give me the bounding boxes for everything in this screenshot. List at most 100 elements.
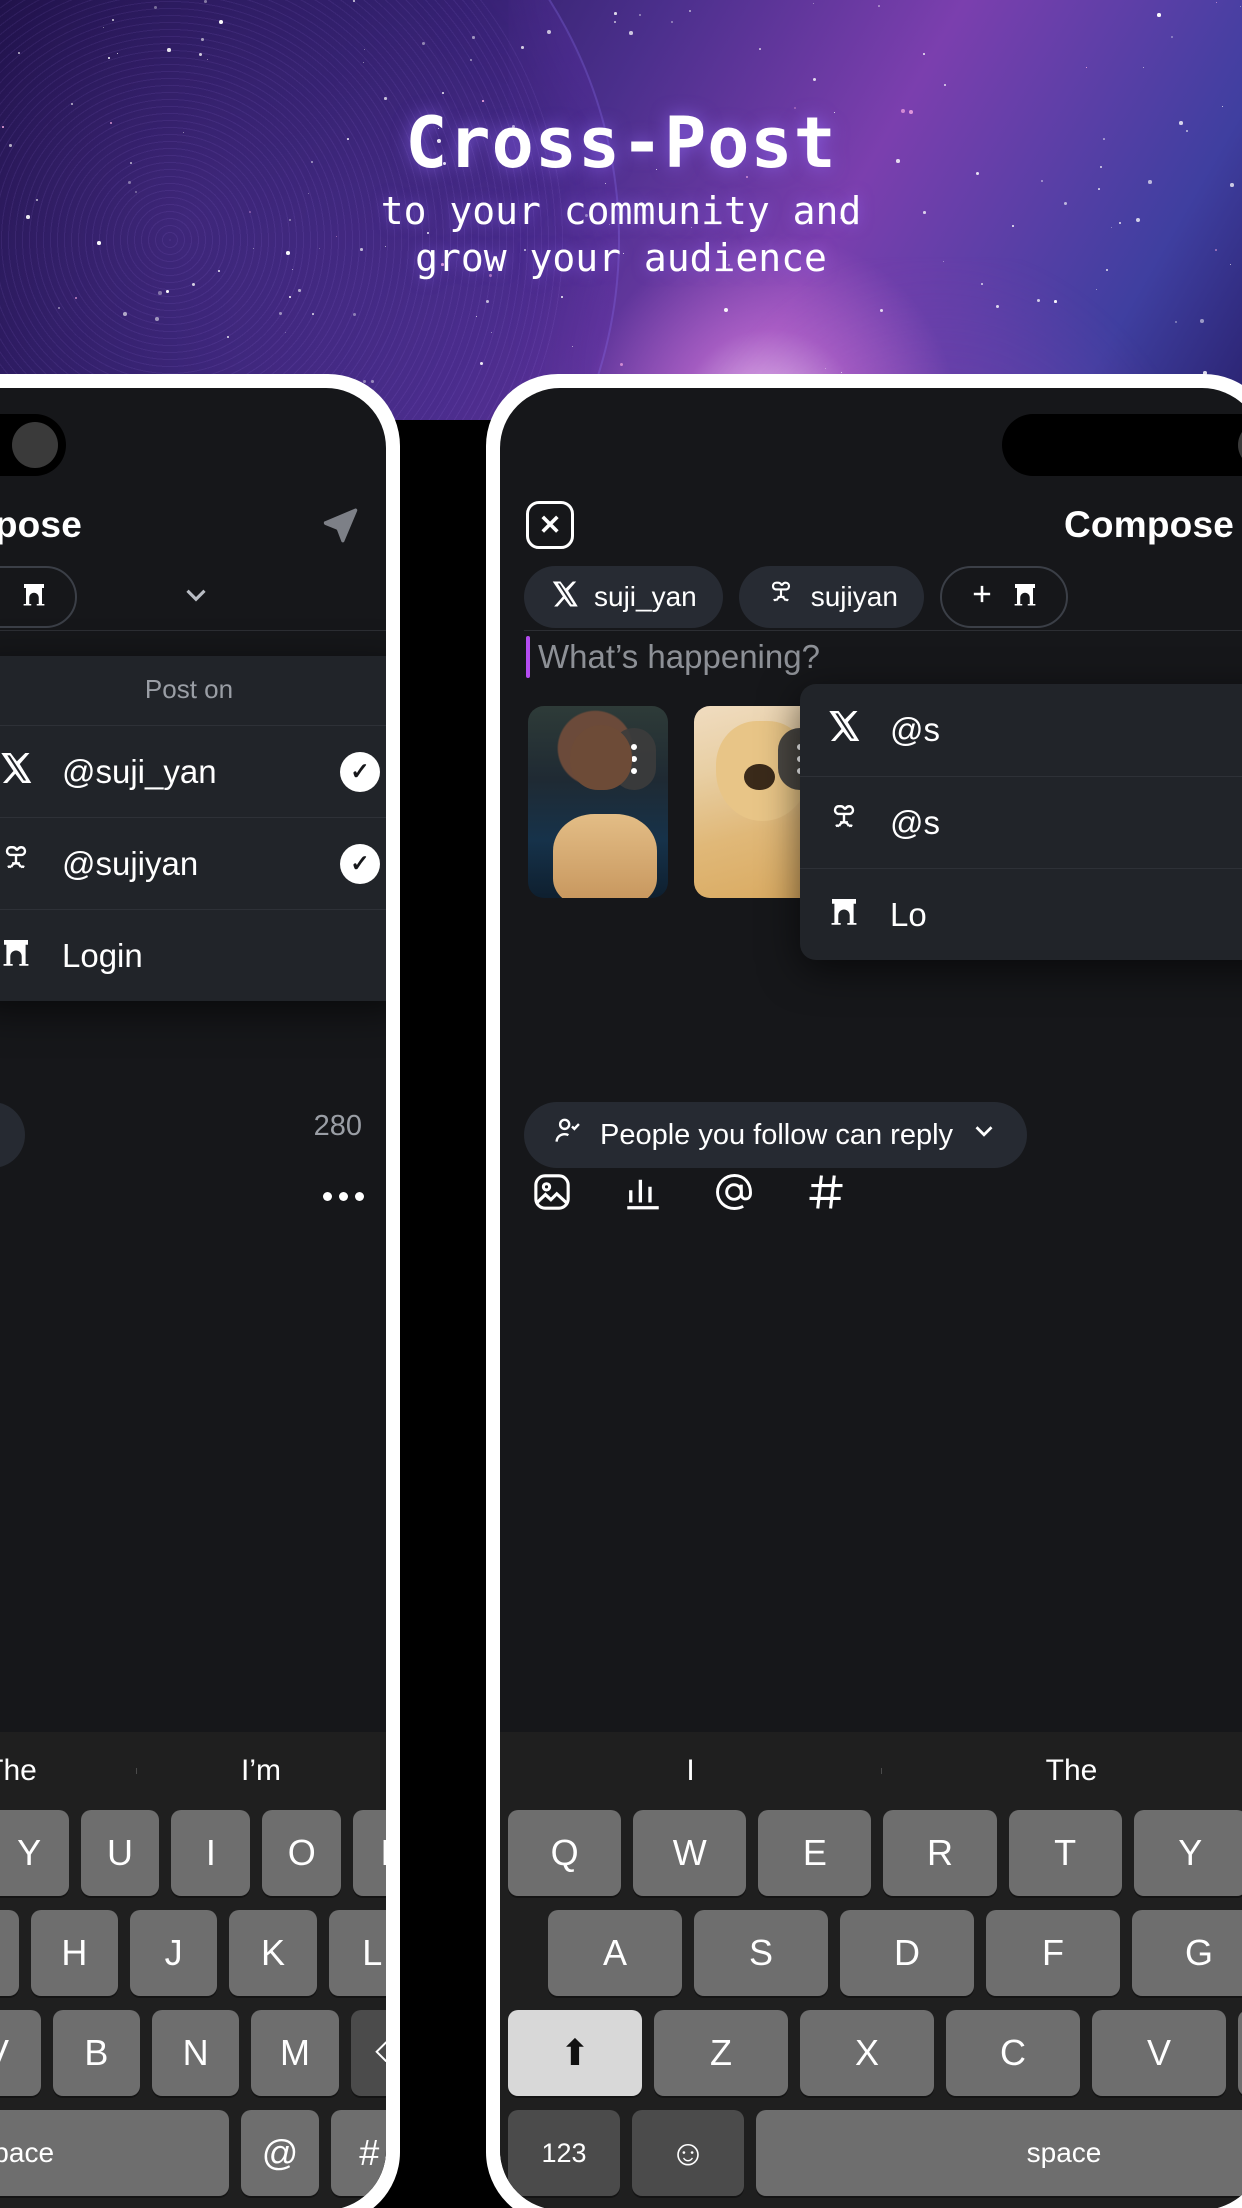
dropdown-item-login[interactable]: Lo — [800, 868, 1242, 960]
star — [442, 92, 444, 94]
key-m[interactable]: M — [251, 2010, 339, 2096]
right-keyboard-row-2: ASDFGH — [540, 1910, 1242, 1996]
left-reply-settings-button[interactable]: w can reply — [0, 1102, 25, 1168]
poll-icon[interactable] — [622, 1171, 664, 1218]
star — [491, 332, 493, 334]
key-h[interactable]: H — [30, 1910, 118, 1996]
star — [1200, 319, 1204, 323]
key-j[interactable]: J — [129, 1910, 218, 1996]
dropdown-item-x[interactable]: @suji_yan ✓ — [0, 725, 386, 817]
media-options-icon[interactable] — [612, 728, 656, 790]
suggestion-item[interactable]: I’m — [136, 1754, 386, 1788]
left-post-on-dropdown: Post on @suji_yan ✓ @sujiyan ✓ Login — [0, 656, 386, 1001]
key-e[interactable]: E — [758, 1810, 872, 1896]
star — [923, 53, 925, 55]
close-icon[interactable]: ✕ — [526, 501, 574, 549]
dropdown-item-login[interactable]: Login — [0, 909, 386, 1001]
send-icon[interactable] — [320, 503, 360, 548]
add-account-button[interactable] — [939, 566, 1068, 628]
star — [486, 300, 490, 304]
star — [201, 38, 204, 41]
suggestion-item[interactable]: The — [881, 1754, 1242, 1788]
key-b[interactable]: B — [1238, 2010, 1242, 2096]
key-space[interactable]: space — [0, 2110, 230, 2196]
key-l[interactable]: L — [328, 1910, 386, 1996]
right-reply-settings-button[interactable]: People you follow can reply — [524, 1102, 1028, 1168]
close-label: ✕ — [538, 509, 562, 540]
star — [813, 3, 814, 4]
key-g[interactable]: G — [0, 1910, 19, 1996]
key-emoji[interactable]: ☺ — [632, 2110, 744, 2196]
key-u[interactable]: U — [80, 1810, 160, 1896]
key-y[interactable]: Y — [0, 1810, 69, 1896]
chip-account-sujiyan[interactable]: sujiyan — [738, 566, 924, 628]
key-c[interactable]: C — [946, 2010, 1080, 2096]
right-keyboard: I The QWERTYU ASDFGH ⬆ZXCVB 123☺space — [500, 1732, 1242, 2208]
expand-accounts-icon[interactable] — [179, 578, 213, 617]
key-o[interactable]: O — [262, 1810, 342, 1896]
key-y[interactable]: Y — [1133, 1810, 1242, 1896]
star — [1175, 321, 1178, 324]
chip-account-suji-yan[interactable]: suji_yan — [524, 566, 723, 628]
key-v[interactable]: V — [1092, 2010, 1226, 2096]
add-account-button[interactable] — [0, 566, 78, 628]
key-d[interactable]: D — [840, 1910, 974, 1996]
suggestion-item[interactable]: The — [0, 1754, 136, 1788]
phone-left-screen: Compose sujiyan g? — [0, 388, 386, 2208]
chip-label: suji_yan — [594, 581, 697, 612]
star — [298, 289, 301, 292]
dropdown-item-x[interactable]: @s — [800, 684, 1242, 776]
key-r[interactable]: R — [883, 1810, 997, 1896]
star — [521, 46, 524, 49]
left-page-title: Compose — [0, 504, 82, 545]
right-post-on-dropdown: @s @s Lo — [800, 684, 1242, 960]
chip-label: sujiyan — [810, 581, 898, 612]
key-space[interactable]: space — [756, 2110, 1242, 2196]
dropdown-header: Post on — [144, 674, 234, 704]
key-a[interactable]: A — [548, 1910, 682, 1996]
key-s[interactable]: S — [694, 1910, 828, 1996]
hash-icon[interactable] — [804, 1170, 848, 1219]
key-n[interactable]: N — [151, 2010, 240, 2096]
key-w[interactable]: W — [633, 1810, 747, 1896]
suggestion-item[interactable]: I — [500, 1754, 881, 1788]
key-b[interactable]: B — [52, 2010, 140, 2096]
key-k[interactable]: K — [229, 1910, 317, 1996]
key-g[interactable]: G — [1132, 1910, 1242, 1996]
star — [639, 14, 641, 16]
chevron-down-icon — [969, 1116, 999, 1154]
key-z[interactable]: Z — [654, 2010, 788, 2096]
key-f[interactable]: F — [986, 1910, 1120, 1996]
key-backspace[interactable]: ⌫ — [350, 2010, 386, 2096]
key-v[interactable]: V — [0, 2010, 41, 2096]
star — [117, 53, 118, 54]
image-icon[interactable] — [530, 1170, 574, 1219]
key-shift[interactable]: ⬆ — [508, 2010, 642, 2096]
left-more-options-button[interactable] — [323, 1192, 364, 1201]
farcaster-icon — [826, 893, 862, 937]
star — [759, 48, 761, 50]
key-t[interactable]: T — [1008, 1810, 1122, 1896]
key-q[interactable]: Q — [508, 1810, 622, 1896]
key-@[interactable]: @ — [241, 2110, 319, 2196]
key-x[interactable]: X — [800, 2010, 934, 2096]
star — [724, 308, 728, 312]
phone-right-notch — [1002, 414, 1242, 476]
key-numbers[interactable]: 123 — [508, 2110, 620, 2196]
x-icon — [0, 750, 34, 794]
hero-subtitle: to your community and grow your audience — [0, 188, 1242, 282]
key-i[interactable]: I — [171, 1810, 251, 1896]
media-thumb-person[interactable] — [528, 706, 668, 898]
farcaster-icon — [0, 934, 34, 978]
star — [944, 84, 946, 86]
left-keyboard-row-3: CVBNM⌫ — [0, 2010, 386, 2096]
key-#[interactable]: # — [330, 2110, 386, 2196]
dropdown-item-mastodon[interactable]: @s — [800, 776, 1242, 868]
right-appbar: ✕ Compose — [500, 488, 1242, 562]
mention-icon[interactable] — [712, 1170, 756, 1219]
star — [204, 0, 207, 3]
right-composer-placeholder[interactable]: What’s happening? — [538, 638, 820, 676]
dropdown-item-mastodon[interactable]: @sujiyan ✓ — [0, 817, 386, 909]
left-keyboard-row-4: space@# — [0, 2110, 386, 2196]
key-p[interactable]: P — [353, 1810, 386, 1896]
